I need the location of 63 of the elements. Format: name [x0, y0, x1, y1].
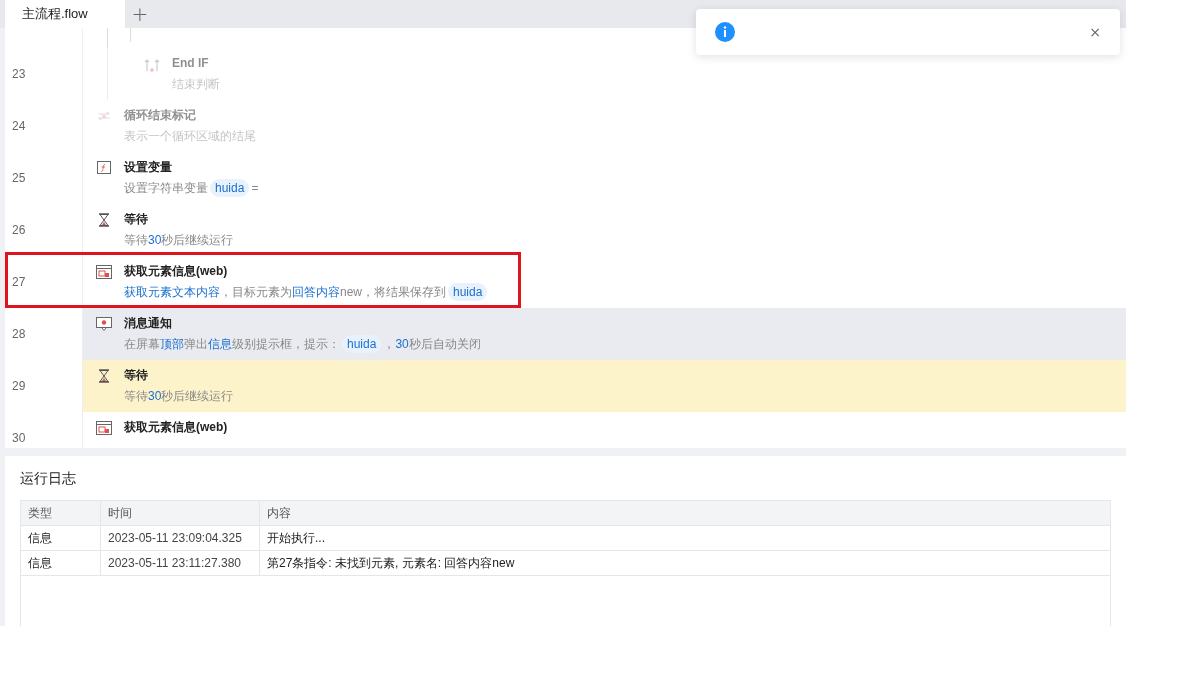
description-text: 设置字符串变量: [124, 180, 208, 197]
parameter-link: 信息: [208, 336, 232, 353]
browser-window-icon: [95, 421, 112, 435]
table-cell: 信息: [21, 551, 101, 575]
description-text: new，将结果保存到: [340, 284, 446, 301]
line-number: 24: [12, 118, 26, 135]
parameter-link: 30: [395, 336, 409, 353]
table-cell-text: 开始执行...: [266, 530, 326, 547]
instruction-title: 获取元素信息(web): [124, 263, 229, 279]
instruction-title: 获取元素信息(web): [124, 419, 228, 435]
info-icon: [715, 22, 735, 42]
column-header: 类型: [21, 501, 101, 525]
hourglass-icon: [97, 369, 110, 383]
line-number: 28: [12, 326, 26, 343]
hourglass-icon: [97, 213, 110, 227]
description-text: 级别提示框，提示：: [232, 336, 340, 353]
variable-tag: huida: [342, 335, 382, 353]
browser-window-icon: [95, 265, 112, 279]
instruction-title: 等待: [124, 211, 149, 227]
variable-tag: huida: [210, 179, 250, 197]
file-tab[interactable]: 主流程.flow: [5, 0, 125, 28]
line-number: 30: [12, 430, 26, 447]
parameter-link: 回答内容: [292, 284, 340, 301]
description-text: 等待: [124, 232, 148, 249]
panel-title: 运行日志: [20, 468, 76, 488]
line-number: 26: [12, 222, 26, 239]
instruction-title: 设置变量: [124, 159, 173, 175]
parameter-link: 获取元素文本内容: [124, 284, 220, 301]
table-cell-text: 第27条指令: 未找到元素, 元素名: 回答内容new: [266, 555, 516, 572]
loop-icon: [95, 109, 112, 123]
line-number: 25: [12, 170, 26, 187]
line-number: 23: [12, 66, 26, 83]
column-header: 时间: [101, 501, 260, 525]
description-text: ，目标元素为: [220, 284, 292, 301]
table-cell: 2023-05-11 23:09:04.325: [101, 526, 260, 550]
line-number: 27: [12, 274, 26, 291]
instruction-row[interactable]: 消息通知 在屏幕顶部弹出信息级别提示框，提示： huida ，30秒后自动关闭: [83, 308, 1126, 360]
description-text: 弹出: [184, 336, 208, 353]
description-text: =: [251, 180, 259, 197]
column-header: 内容: [266, 505, 292, 522]
instruction-title: 循环结束标记: [124, 107, 197, 123]
description-text: 秒后自动关闭: [408, 336, 481, 353]
description-text: 等待: [124, 388, 148, 405]
function-icon: [96, 161, 111, 174]
instruction-title: 等待: [124, 367, 149, 383]
description-text: 秒后继续运行: [161, 232, 234, 249]
close-button[interactable]: ×: [1089, 25, 1101, 39]
parameter-link: 顶部: [160, 336, 184, 353]
description-text: 秒后继续运行: [161, 388, 234, 405]
instruction-title: 消息通知: [124, 315, 173, 331]
line-number: 29: [12, 378, 26, 395]
add-tab-button[interactable]: +: [125, 0, 155, 28]
table-cell: 2023-05-11 23:11:27.380: [101, 551, 260, 575]
table-cell: 信息: [21, 526, 101, 550]
variable-tag: huida: [448, 283, 488, 301]
instruction-title: End IF: [172, 55, 210, 71]
description-text: ，: [383, 336, 396, 353]
message-screen-icon: [95, 317, 112, 331]
description-text: 在屏幕: [124, 336, 160, 353]
merge-arrows-icon: [143, 57, 160, 73]
parameter-link: 30: [148, 388, 162, 405]
instruction-row[interactable]: 等待 等待30秒后继续运行: [83, 360, 1126, 412]
parameter-link: 30: [148, 232, 162, 249]
